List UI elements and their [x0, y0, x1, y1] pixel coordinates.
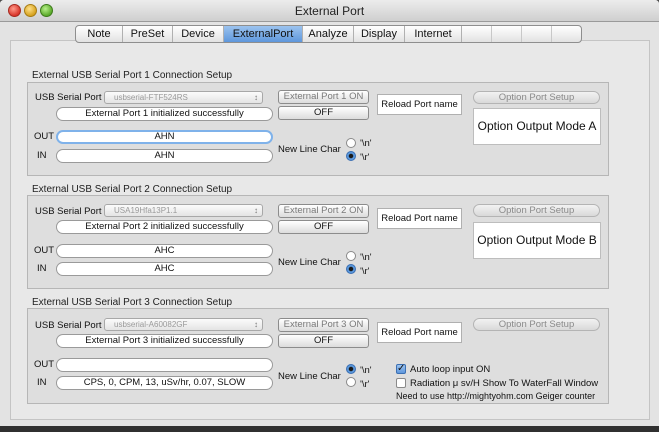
- updown-arrows-icon: ↕: [254, 320, 258, 329]
- port1-newline-r-label: '\r': [360, 152, 370, 163]
- port1-out-label: OUT: [34, 131, 55, 142]
- port2-newline-r-radio[interactable]: [346, 264, 356, 274]
- port2-label: USB Serial Port 2: [35, 206, 110, 217]
- port2-section-title: External USB Serial Port 2 Connection Se…: [32, 184, 233, 195]
- port2-out-label: OUT: [34, 245, 55, 256]
- port3-label: USB Serial Port 3: [35, 320, 110, 331]
- port3-out-label: OUT: [34, 359, 55, 370]
- auto-loop-checkbox[interactable]: ✓: [396, 364, 406, 374]
- port3-newline-r-label: '\r': [360, 379, 370, 390]
- tab-empty: [522, 26, 552, 42]
- tab-analyze[interactable]: Analyze: [303, 26, 354, 42]
- port1-status: External Port 1 initialized successfully: [56, 107, 273, 121]
- port1-out-input[interactable]: AHN: [56, 130, 273, 144]
- title-bar: External Port: [0, 0, 659, 22]
- tab-display[interactable]: Display: [354, 26, 405, 42]
- tab-empty: [552, 26, 581, 42]
- port1-newline-n-radio[interactable]: [346, 138, 356, 148]
- port1-off-button[interactable]: OFF: [278, 106, 369, 120]
- port3-out-input[interactable]: [56, 358, 273, 372]
- port1-on-button[interactable]: External Port 1 ON: [278, 90, 369, 104]
- port3-on-button[interactable]: External Port 3 ON: [278, 318, 369, 332]
- port2-in-input[interactable]: AHC: [56, 262, 273, 276]
- port2-in-label: IN: [37, 263, 47, 274]
- port2-off-button[interactable]: OFF: [278, 220, 369, 234]
- port2-option-setup-button[interactable]: Option Port Setup: [473, 204, 600, 217]
- port3-off-button[interactable]: OFF: [278, 334, 369, 348]
- radiation-waterfall-label: Radiation μ sv/H Show To WaterFall Windo…: [410, 378, 599, 389]
- port3-in-input[interactable]: CPS, 0, CPM, 13, uSv/hr, 0.07, SLOW: [56, 376, 273, 390]
- port1-label: USB Serial Port 1: [35, 92, 110, 103]
- port2-newline-n-label: '\n': [360, 252, 372, 263]
- tab-empty: [492, 26, 522, 42]
- port2-on-button[interactable]: External Port 2 ON: [278, 204, 369, 218]
- port2-status: External Port 2 initialized successfully: [56, 220, 273, 234]
- port2-select-value: USA19Hfa13P1.1: [114, 206, 178, 215]
- port3-newline-n-label: '\n': [360, 365, 372, 376]
- port3-newline-label: New Line Char: [278, 371, 341, 382]
- port3-select[interactable]: usbserial-A60082GF ↕: [104, 318, 263, 331]
- port2-newline-n-radio[interactable]: [346, 251, 356, 261]
- port2-newline-r-label: '\r': [360, 266, 370, 277]
- tab-empty: [462, 26, 492, 42]
- port3-newline-n-radio[interactable]: [346, 364, 356, 374]
- port1-newline-label: New Line Char: [278, 144, 341, 155]
- port1-option-setup-button[interactable]: Option Port Setup: [473, 91, 600, 104]
- port3-reload-button[interactable]: Reload Port name: [377, 322, 462, 343]
- tab-preset[interactable]: PreSet: [123, 26, 173, 42]
- external-port-window: External Port Note PreSet Device Externa…: [0, 0, 659, 426]
- port3-status: External Port 3 initialized successfully: [56, 334, 273, 348]
- radiation-waterfall-checkbox[interactable]: [396, 378, 406, 388]
- port1-section-title: External USB Serial Port 1 Connection Se…: [32, 70, 233, 81]
- tab-note[interactable]: Note: [76, 26, 123, 42]
- port1-select[interactable]: usbserial-FTF524RS ↕: [104, 91, 263, 104]
- window-title: External Port: [294, 4, 365, 18]
- tab-externalport[interactable]: ExternalPort: [224, 26, 303, 42]
- auto-loop-label: Auto loop input ON: [410, 364, 491, 375]
- updown-arrows-icon: ↕: [254, 206, 258, 215]
- port2-option-mode[interactable]: Option Output Mode B: [473, 222, 601, 259]
- tab-device[interactable]: Device: [173, 26, 224, 42]
- port1-select-value: usbserial-FTF524RS: [114, 93, 188, 102]
- port2-out-input[interactable]: AHC: [56, 244, 273, 258]
- port1-in-label: IN: [37, 150, 47, 161]
- port1-reload-button[interactable]: Reload Port name: [377, 94, 462, 115]
- port2-reload-button[interactable]: Reload Port name: [377, 208, 462, 229]
- port1-newline-n-label: '\n': [360, 138, 372, 149]
- tab-bar: Note PreSet Device ExternalPort Analyze …: [75, 25, 582, 43]
- port3-section-title: External USB Serial Port 3 Connection Se…: [32, 297, 233, 308]
- port3-newline-r-radio[interactable]: [346, 377, 356, 387]
- tab-internet[interactable]: Internet: [405, 26, 462, 42]
- port2-select[interactable]: USA19Hfa13P1.1 ↕: [104, 204, 263, 217]
- port3-option-setup-button[interactable]: Option Port Setup: [473, 318, 600, 331]
- port3-select-value: usbserial-A60082GF: [114, 320, 188, 329]
- port1-in-input[interactable]: AHN: [56, 149, 273, 163]
- dock-strip: [0, 426, 659, 432]
- port3-in-label: IN: [37, 377, 47, 388]
- port1-option-mode[interactable]: Option Output Mode A: [473, 108, 601, 145]
- port2-newline-label: New Line Char: [278, 257, 341, 268]
- geiger-note: Need to use http://mightyohm.com Geiger …: [396, 391, 596, 401]
- port1-newline-r-radio[interactable]: [346, 151, 356, 161]
- updown-arrows-icon: ↕: [254, 93, 258, 102]
